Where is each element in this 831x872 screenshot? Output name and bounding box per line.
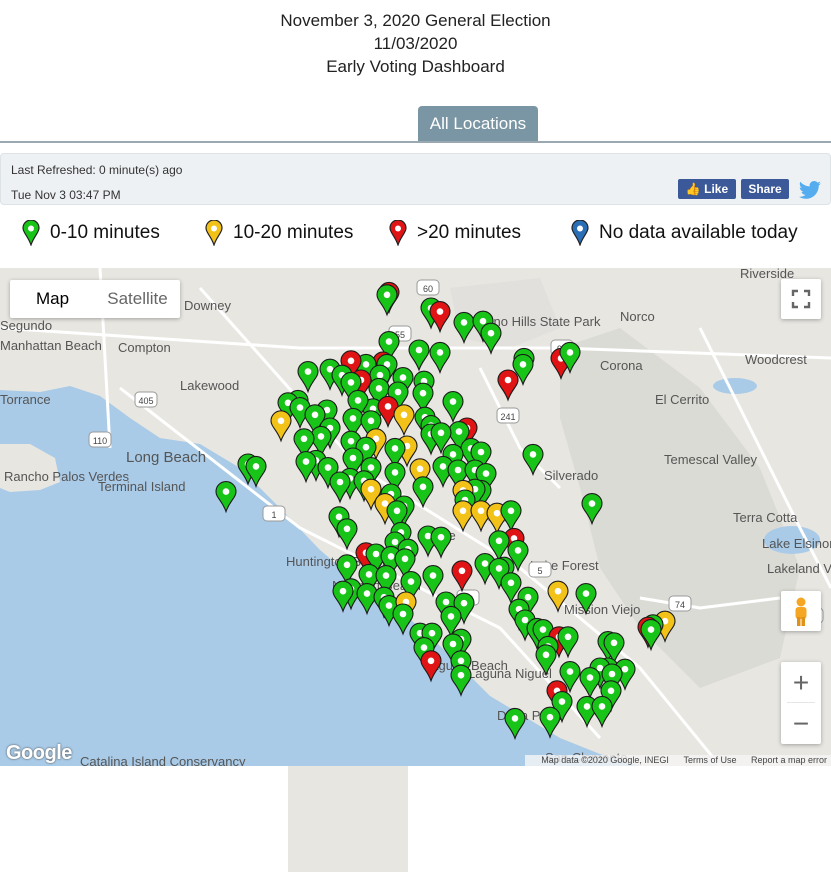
place-label: Long Beach (126, 449, 206, 466)
svg-text:1: 1 (271, 510, 276, 520)
voting-location-marker[interactable] (442, 391, 464, 424)
refresh-info-bar: Last Refreshed: 0 minute(s) ago Tue Nov … (0, 153, 831, 205)
route-shield: 110 (88, 431, 112, 448)
lake-mathews (713, 378, 757, 394)
zoom-out-button[interactable]: − (781, 703, 821, 744)
voting-location-marker[interactable] (376, 284, 398, 317)
place-label: Compton (118, 340, 171, 355)
map-attribution: Map data ©2020 Google, INEGI Terms of Us… (525, 755, 831, 766)
google-logo: Google (6, 742, 72, 764)
fullscreen-icon (791, 289, 811, 309)
voting-location-marker[interactable] (451, 560, 473, 593)
terms-of-use-link[interactable]: Terms of Use (683, 755, 736, 765)
yellow-pin-icon (205, 220, 223, 246)
map-type-control: Map Satellite (10, 280, 180, 318)
twitter-bird-icon[interactable] (798, 181, 822, 201)
green-pin-icon (22, 220, 40, 246)
page-header: November 3, 2020 General Election 11/03/… (0, 0, 831, 78)
dashboard-title: Early Voting Dashboard (326, 57, 505, 76)
voting-location-marker[interactable] (329, 471, 351, 504)
place-label: Lakeland Village (767, 561, 831, 576)
place-label: Downey (184, 298, 231, 313)
fullscreen-button[interactable] (781, 279, 821, 319)
voting-location-marker[interactable] (430, 526, 452, 559)
map-canvas[interactable]: Downey Compton Lakewood Torrance Long Beach R… (0, 268, 831, 766)
svg-text:60: 60 (423, 284, 433, 294)
route-shield: 60 (416, 279, 440, 296)
svg-text:74: 74 (675, 600, 685, 610)
thumbs-up-icon: 👍 (685, 182, 701, 196)
map-data-credit: Map data ©2020 Google, INEGI (541, 755, 669, 765)
route-shield: 405 (134, 391, 158, 408)
voting-location-marker[interactable] (297, 361, 319, 394)
map-type-map-button[interactable]: Map (10, 280, 95, 318)
legend-item-no-data: No data available today (571, 220, 798, 246)
place-label: Torrance (0, 392, 51, 407)
voting-location-marker[interactable] (270, 410, 292, 443)
voting-location-marker[interactable] (497, 369, 519, 402)
red-pin-icon (389, 220, 407, 246)
refresh-timestamp: Tue Nov 3 03:47 PM (11, 188, 121, 202)
like-label: Like (704, 182, 729, 196)
zoom-control: + − (781, 662, 821, 744)
view-tabs: Map View All Locations (0, 106, 831, 872)
route-shield: 241 (496, 407, 520, 424)
place-label: Segundo (0, 318, 52, 333)
route-shield: 74 (668, 595, 692, 612)
facebook-share-button[interactable]: Share (741, 179, 789, 199)
voting-location-marker[interactable] (336, 518, 358, 551)
locations-map[interactable]: Downey Compton Lakewood Torrance Long Beach R… (0, 268, 831, 766)
place-label: Terra Cotta (733, 510, 798, 525)
voting-location-marker[interactable] (295, 451, 317, 484)
voting-location-marker[interactable] (408, 339, 430, 372)
place-label: Manhattan Beach (0, 338, 102, 353)
wait-time-legend: 0-10 minutes 10-20 minutes >20 minutes N… (0, 214, 831, 254)
place-label: Lakewood (180, 378, 239, 393)
voting-location-marker[interactable] (429, 301, 451, 334)
voting-location-marker[interactable] (579, 667, 601, 700)
svg-text:405: 405 (138, 396, 153, 406)
route-shield: 5 (528, 561, 552, 578)
pegman-icon (795, 597, 807, 626)
place-label: Laguna Niguel (468, 666, 552, 681)
report-map-error-link[interactable]: Report a map error (751, 755, 827, 765)
map-type-satellite-button[interactable]: Satellite (95, 280, 180, 318)
tab-divider (0, 141, 831, 143)
tab-all-locations[interactable]: All Locations (418, 106, 538, 141)
facebook-like-button[interactable]: 👍 Like (678, 179, 736, 199)
street-view-pegman-button[interactable] (781, 591, 821, 631)
place-label: Woodcrest (745, 352, 807, 367)
zoom-divider (787, 702, 815, 703)
last-refreshed: Last Refreshed: 0 minute(s) ago (11, 163, 183, 177)
election-date: 11/03/2020 (373, 34, 458, 53)
zoom-in-button[interactable]: + (781, 662, 821, 703)
legend-item-over-20: >20 minutes (389, 220, 521, 246)
voting-location-marker[interactable] (591, 695, 613, 729)
place-label: Temescal Valley (664, 452, 757, 467)
route-shield: 1 (262, 505, 286, 522)
place-label: Mission Viejo (564, 602, 640, 617)
voting-location-marker[interactable] (429, 341, 451, 375)
place-label: Corona (600, 358, 643, 373)
place-label: Lake Elsinore (762, 536, 831, 551)
place-label: Silverado (544, 468, 598, 483)
legend-item-0-10: 0-10 minutes (22, 220, 160, 246)
voting-location-marker[interactable] (500, 500, 522, 533)
election-title: November 3, 2020 General Election (280, 11, 551, 30)
place-label: Terminal Island (98, 479, 185, 494)
place-label: El Cerrito (655, 392, 709, 407)
svg-text:241: 241 (500, 412, 515, 422)
voting-location-marker[interactable] (393, 404, 415, 437)
blue-pin-icon (571, 220, 589, 246)
place-label: Norco (620, 309, 655, 324)
svg-text:5: 5 (537, 566, 542, 576)
place-label: Catalina Island Conservancy (80, 754, 246, 766)
svg-text:110: 110 (93, 436, 107, 446)
legend-item-10-20: 10-20 minutes (205, 220, 353, 246)
